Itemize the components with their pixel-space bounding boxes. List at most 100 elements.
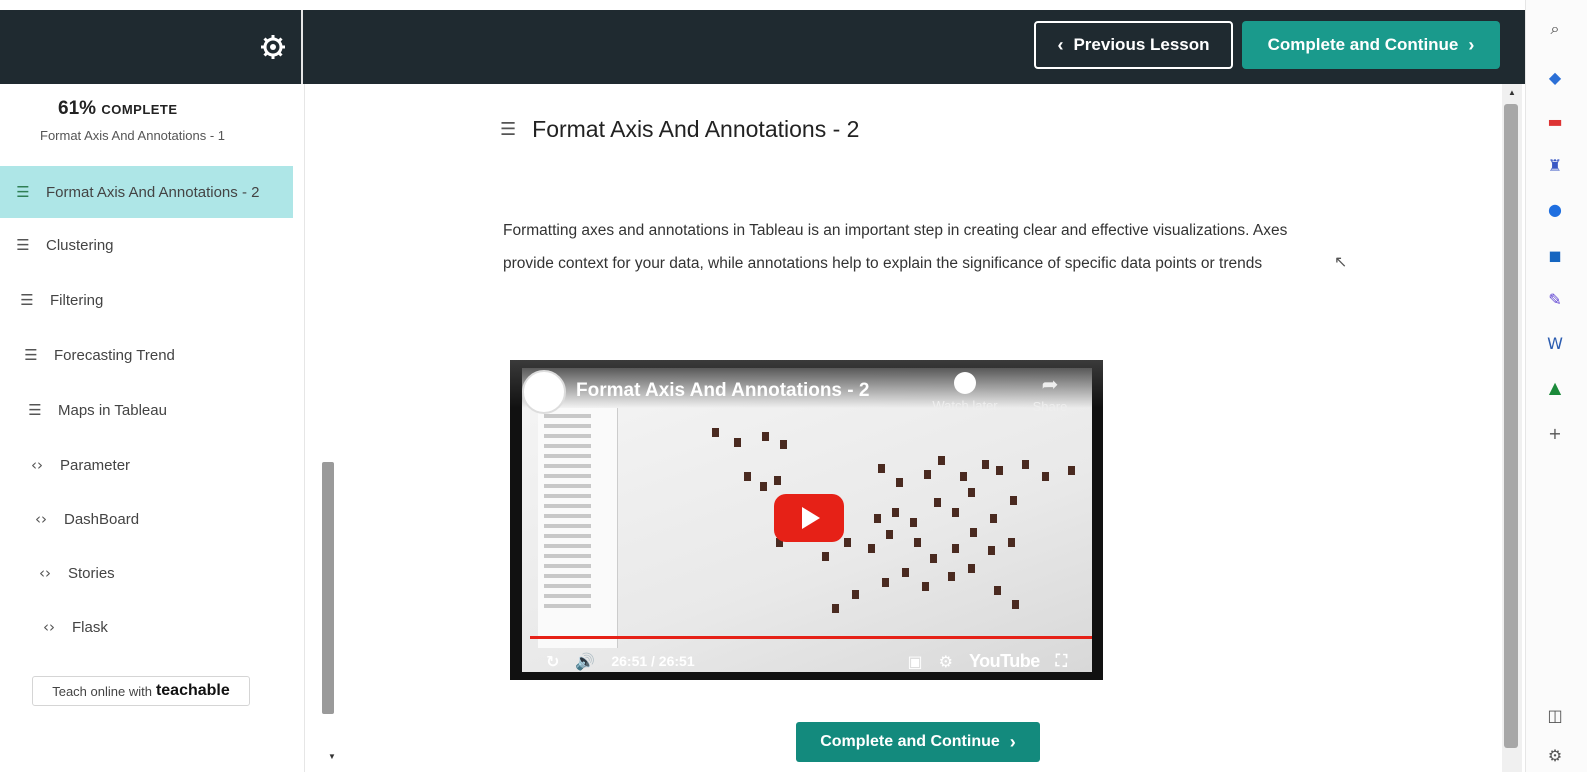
progress-label: COMPLETE xyxy=(101,102,178,117)
complete-and-continue-bottom-button[interactable]: Complete and Continue › xyxy=(796,722,1040,762)
sidebar-item-label: Format Axis And Annotations - 1 xyxy=(40,128,225,143)
settings-gear-icon[interactable]: ⚙ xyxy=(1544,744,1566,766)
sidebar-item-forecasting-trend[interactable]: ☰ Forecasting Trend xyxy=(20,346,175,364)
tag-icon[interactable]: ◆ xyxy=(1544,66,1566,88)
map-marker xyxy=(1022,460,1029,469)
edit-icon[interactable]: ✎ xyxy=(1544,288,1566,310)
sidebar-item-filtering[interactable]: ☰ Filtering xyxy=(16,291,103,309)
sidebar-item-clustering[interactable]: ☰ Clustering xyxy=(12,236,113,254)
word-icon[interactable]: W xyxy=(1544,332,1566,354)
video-progress-bar[interactable] xyxy=(530,636,1092,639)
office-icon[interactable]: ● xyxy=(1544,198,1566,220)
gear-icon[interactable] xyxy=(260,34,286,60)
video-player[interactable]: Format Axis And Annotations - 2 Watch la… xyxy=(510,360,1103,680)
map-marker xyxy=(780,440,787,449)
map-marker xyxy=(1010,496,1017,505)
share-icon: ➦ xyxy=(1041,374,1059,396)
map-marker xyxy=(1068,466,1075,475)
map-marker xyxy=(760,482,767,491)
sidebar-item-label: Parameter xyxy=(60,456,131,474)
lesson-title: Format Axis And Annotations - 2 xyxy=(532,116,860,142)
replay-icon[interactable]: ↻ xyxy=(546,652,559,671)
map-marker xyxy=(1042,472,1049,481)
course-sidebar: 61% COMPLETE Format Axis And Annotations… xyxy=(0,84,336,772)
map-marker xyxy=(968,564,975,573)
sidebar-item-partial[interactable]: Format Axis And Annotations - 1 xyxy=(0,128,290,144)
previous-lesson-button[interactable]: ‹ Previous Lesson xyxy=(1034,21,1233,69)
mouse-cursor-icon: ↖ xyxy=(1334,252,1348,271)
play-button[interactable] xyxy=(774,494,844,542)
captions-icon[interactable]: ▣ xyxy=(908,652,923,671)
settings-icon[interactable]: ⚙ xyxy=(939,652,953,671)
outlook-icon[interactable]: ◼ xyxy=(1544,244,1566,266)
map-marker xyxy=(930,554,937,563)
map-marker xyxy=(968,488,975,497)
video-title[interactable]: Format Axis And Annotations - 2 xyxy=(576,380,869,402)
map-marker xyxy=(934,498,941,507)
teachable-logo: teachable xyxy=(155,682,230,699)
checklist-icon: ☰ xyxy=(24,346,38,364)
sidebar-item-dashboard[interactable]: ‹› DashBoard xyxy=(30,510,139,528)
map-marker xyxy=(914,538,921,547)
sidebar-item-parameter[interactable]: ‹› Parameter xyxy=(26,456,130,474)
volume-icon[interactable]: 🔊 xyxy=(575,652,595,671)
map-marker xyxy=(874,514,881,523)
top-bar: ‹ Previous Lesson Complete and Continue … xyxy=(0,10,1525,84)
share-button[interactable]: ➦ Share xyxy=(1020,372,1080,414)
map-marker xyxy=(970,528,977,537)
map-marker xyxy=(938,456,945,465)
tree-icon[interactable]: ▲ xyxy=(1544,376,1566,398)
main-scrollbar-thumb[interactable] xyxy=(1504,104,1518,748)
map-marker xyxy=(712,428,719,437)
map-marker xyxy=(1008,538,1015,547)
complete-and-continue-button[interactable]: Complete and Continue › xyxy=(1242,21,1500,69)
panel-icon[interactable]: ◫ xyxy=(1544,704,1566,726)
map-marker xyxy=(990,514,997,523)
toolbox-icon[interactable]: ▬ xyxy=(1544,110,1566,132)
sidebar-item-flask[interactable]: ‹› Flask xyxy=(38,618,108,636)
code-icon: ‹› xyxy=(39,564,51,582)
map-marker xyxy=(882,578,889,587)
map-marker xyxy=(996,466,1003,475)
map-marker xyxy=(896,478,903,487)
code-icon: ‹› xyxy=(43,618,55,636)
map-marker xyxy=(852,590,859,599)
channel-avatar[interactable] xyxy=(522,370,566,414)
map-marker xyxy=(832,604,839,613)
map-marker xyxy=(960,472,967,481)
map-marker xyxy=(762,432,769,441)
sidebar-scrollbar[interactable] xyxy=(322,462,334,714)
checklist-icon: ☰ xyxy=(16,236,30,254)
scroll-up-icon[interactable]: ▲ xyxy=(1508,88,1516,97)
sidebar-item-label: Format Axis And Annotations - 2 xyxy=(46,183,260,201)
map-marker xyxy=(868,544,875,553)
sidebar-item-label: Flask xyxy=(72,618,108,636)
teachable-badge[interactable]: Teach online with teachable xyxy=(32,676,250,706)
lesson-description: Formatting axes and annotations in Table… xyxy=(503,222,1288,272)
scroll-down-icon[interactable]: ▼ xyxy=(328,752,336,761)
progress-percent: 61% xyxy=(58,98,97,119)
watch-later-label: Watch later xyxy=(932,398,998,413)
sidebar-item-format-axis-2[interactable]: ☰ Format Axis And Annotations - 2 xyxy=(0,166,293,218)
add-icon[interactable]: + xyxy=(1544,422,1566,444)
browser-side-toolbar: ⌕ ◆ ▬ ♜ ● ◼ ✎ W ▲ + ◫ ⚙ xyxy=(1525,0,1587,772)
chevron-right-icon: › xyxy=(1009,731,1016,752)
sidebar-item-label: Forecasting Trend xyxy=(54,346,175,364)
sidebar-item-label: DashBoard xyxy=(64,510,140,528)
checklist-icon: ☰ xyxy=(20,291,34,309)
map-marker xyxy=(744,472,751,481)
map-marker xyxy=(922,582,929,591)
search-icon[interactable]: ⌕ xyxy=(1544,18,1566,40)
sidebar-item-stories[interactable]: ‹› Stories xyxy=(34,564,115,582)
youtube-logo[interactable]: YouTube xyxy=(969,651,1040,672)
fullscreen-icon[interactable]: ⛶ xyxy=(1056,651,1067,671)
clock-icon xyxy=(954,372,976,394)
play-icon xyxy=(802,507,820,529)
teach-prefix: Teach online with xyxy=(52,683,152,699)
map-marker xyxy=(886,530,893,539)
sidebar-item-maps-in-tableau[interactable]: ☰ Maps in Tableau xyxy=(24,401,167,419)
watch-later-button[interactable]: Watch later xyxy=(930,372,1000,413)
map-marker xyxy=(878,464,885,473)
chess-icon[interactable]: ♜ xyxy=(1544,154,1566,176)
sidebar-item-label: Stories xyxy=(68,564,115,582)
